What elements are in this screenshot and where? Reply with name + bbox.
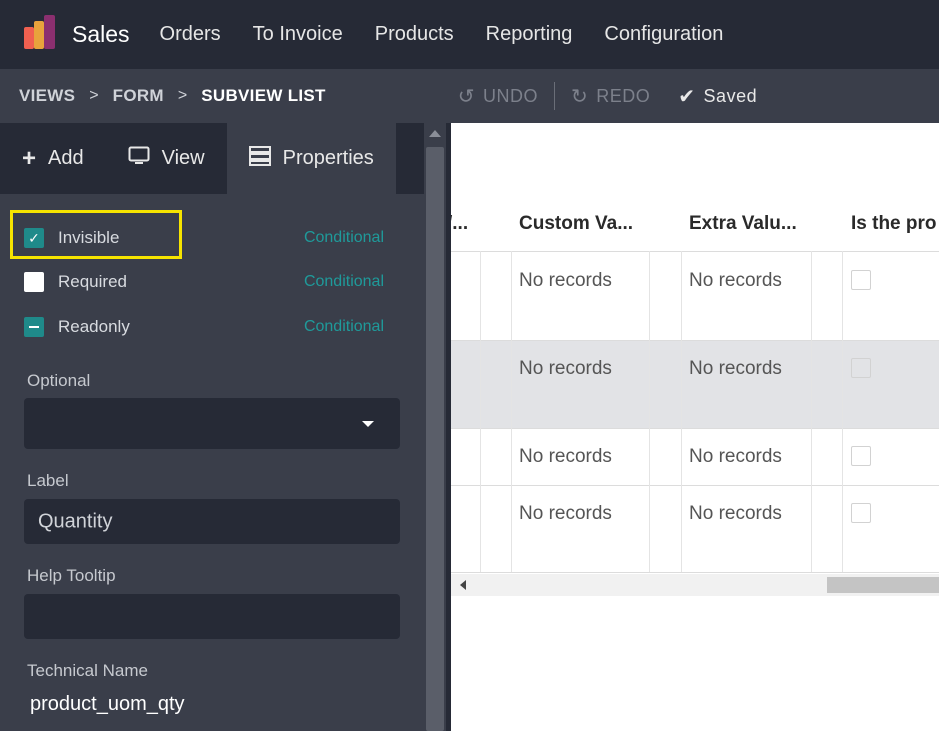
- undo-label: UNDO: [483, 85, 538, 106]
- horizontal-scrollbar-thumb[interactable]: [827, 577, 939, 593]
- table-row-checkbox[interactable]: [851, 503, 871, 523]
- table-cell: No records: [519, 446, 612, 467]
- label-input-value: Quantity: [38, 510, 113, 532]
- scroll-left-arrow-icon[interactable]: [460, 580, 466, 590]
- nav-to-invoice[interactable]: To Invoice: [253, 23, 343, 46]
- breadcrumb-separator: >: [89, 87, 99, 104]
- table-cell: No records: [689, 270, 782, 291]
- required-conditional-link[interactable]: Conditional: [304, 273, 384, 291]
- column-header-truncated[interactable]: /...: [451, 213, 468, 235]
- technical-name-label: Technical Name: [27, 661, 148, 680]
- help-tooltip-label: Help Tooltip: [27, 566, 116, 585]
- breadcrumb-views[interactable]: VIEWS: [19, 86, 75, 106]
- label-input[interactable]: Quantity: [24, 499, 400, 544]
- nav-products[interactable]: Products: [375, 23, 454, 46]
- nav-reporting[interactable]: Reporting: [486, 23, 573, 46]
- saved-label: Saved: [703, 85, 758, 106]
- toolbar-divider: [554, 82, 555, 110]
- undo-button[interactable]: ↺ UNDO: [458, 84, 538, 109]
- readonly-checkbox[interactable]: [24, 317, 44, 337]
- undo-icon: ↺: [457, 85, 475, 108]
- property-required: Required Conditional: [24, 270, 384, 294]
- breadcrumb-separator: >: [177, 87, 188, 104]
- table-row-checkbox[interactable]: [851, 358, 871, 378]
- required-checkbox[interactable]: [24, 272, 44, 292]
- list-view-preview: /... Custom Va... Extra Valu... Is the p…: [451, 123, 939, 731]
- tab-add[interactable]: + Add: [0, 123, 106, 194]
- label-field-label: Label: [27, 471, 69, 490]
- technical-name-value: product_uom_qty: [30, 693, 185, 715]
- table-row-checkbox[interactable]: [851, 446, 871, 466]
- column-header-extra-values[interactable]: Extra Valu...: [689, 213, 797, 235]
- tab-view-label: View: [161, 147, 205, 169]
- breadcrumb-form[interactable]: FORM: [113, 86, 164, 106]
- optional-select[interactable]: [24, 398, 400, 449]
- required-label: Required: [58, 272, 127, 291]
- column-divider: [649, 251, 650, 572]
- tab-properties[interactable]: Properties: [226, 123, 396, 194]
- table-horizontal-scrollbar[interactable]: [451, 574, 939, 596]
- optional-label: Optional: [27, 371, 91, 390]
- row-divider: [451, 340, 939, 341]
- top-navbar: Sales Orders To Invoice Products Reporti…: [0, 0, 939, 69]
- row-divider: [451, 572, 939, 573]
- table-cell: No records: [689, 358, 782, 379]
- table-cell: No records: [519, 270, 612, 291]
- properties-icon: [248, 145, 271, 172]
- tab-add-label: Add: [48, 147, 84, 169]
- readonly-conditional-link[interactable]: Conditional: [304, 318, 384, 336]
- column-header-is-the-product[interactable]: Is the pro: [851, 213, 937, 235]
- column-divider: [480, 251, 481, 572]
- property-readonly: Readonly Conditional: [24, 315, 384, 339]
- plus-icon: +: [22, 144, 37, 172]
- nav-configuration[interactable]: Configuration: [604, 23, 723, 46]
- scroll-up-arrow-icon[interactable]: [429, 130, 441, 137]
- redo-icon: ↻: [571, 85, 589, 108]
- nav-orders[interactable]: Orders: [160, 23, 221, 46]
- undo-redo-toolbar: ↺ UNDO ↻ REDO ✔ Saved: [458, 82, 757, 110]
- help-tooltip-input[interactable]: [24, 594, 400, 639]
- invisible-conditional-link[interactable]: Conditional: [304, 229, 384, 247]
- app-name[interactable]: Sales: [72, 21, 130, 48]
- redo-label: REDO: [596, 85, 651, 106]
- column-divider: [681, 251, 682, 572]
- readonly-label: Readonly: [58, 317, 130, 336]
- table-row-checkbox[interactable]: [851, 270, 871, 290]
- redo-button[interactable]: ↻ REDO: [571, 84, 650, 109]
- breadcrumb-subview-list: SUBVIEW LIST: [201, 86, 326, 105]
- sales-app-logo[interactable]: [22, 14, 62, 55]
- breadcrumb: VIEWS > FORM > SUBVIEW LIST: [19, 86, 326, 106]
- table-cell: No records: [689, 503, 782, 524]
- check-icon: ✔: [678, 85, 696, 108]
- column-divider: [811, 251, 812, 572]
- monitor-icon: [128, 146, 150, 172]
- row-divider: [451, 485, 939, 486]
- tab-view[interactable]: View: [105, 123, 227, 194]
- table-cell: No records: [519, 503, 612, 524]
- row-divider: [451, 428, 939, 429]
- scrollbar-thumb[interactable]: [426, 147, 444, 731]
- tab-properties-label: Properties: [282, 147, 374, 169]
- tabs-filler: [395, 123, 424, 194]
- table-cell: No records: [689, 446, 782, 467]
- column-divider: [511, 251, 512, 572]
- column-header-custom-values[interactable]: Custom Va...: [519, 213, 633, 235]
- sidebar-tabs: + Add View Properties: [0, 123, 424, 194]
- sidebar-scrollbar[interactable]: [424, 123, 446, 731]
- row-divider: [451, 251, 939, 252]
- table-cell: No records: [519, 358, 612, 379]
- breadcrumb-bar: VIEWS > FORM > SUBVIEW LIST ↺ UNDO ↻ RED…: [0, 69, 939, 123]
- selected-row-highlight: [451, 340, 939, 428]
- highlight-box: [10, 210, 182, 259]
- saved-indicator: ✔ Saved: [678, 84, 757, 109]
- column-divider: [842, 251, 843, 572]
- caret-down-icon: [362, 420, 374, 427]
